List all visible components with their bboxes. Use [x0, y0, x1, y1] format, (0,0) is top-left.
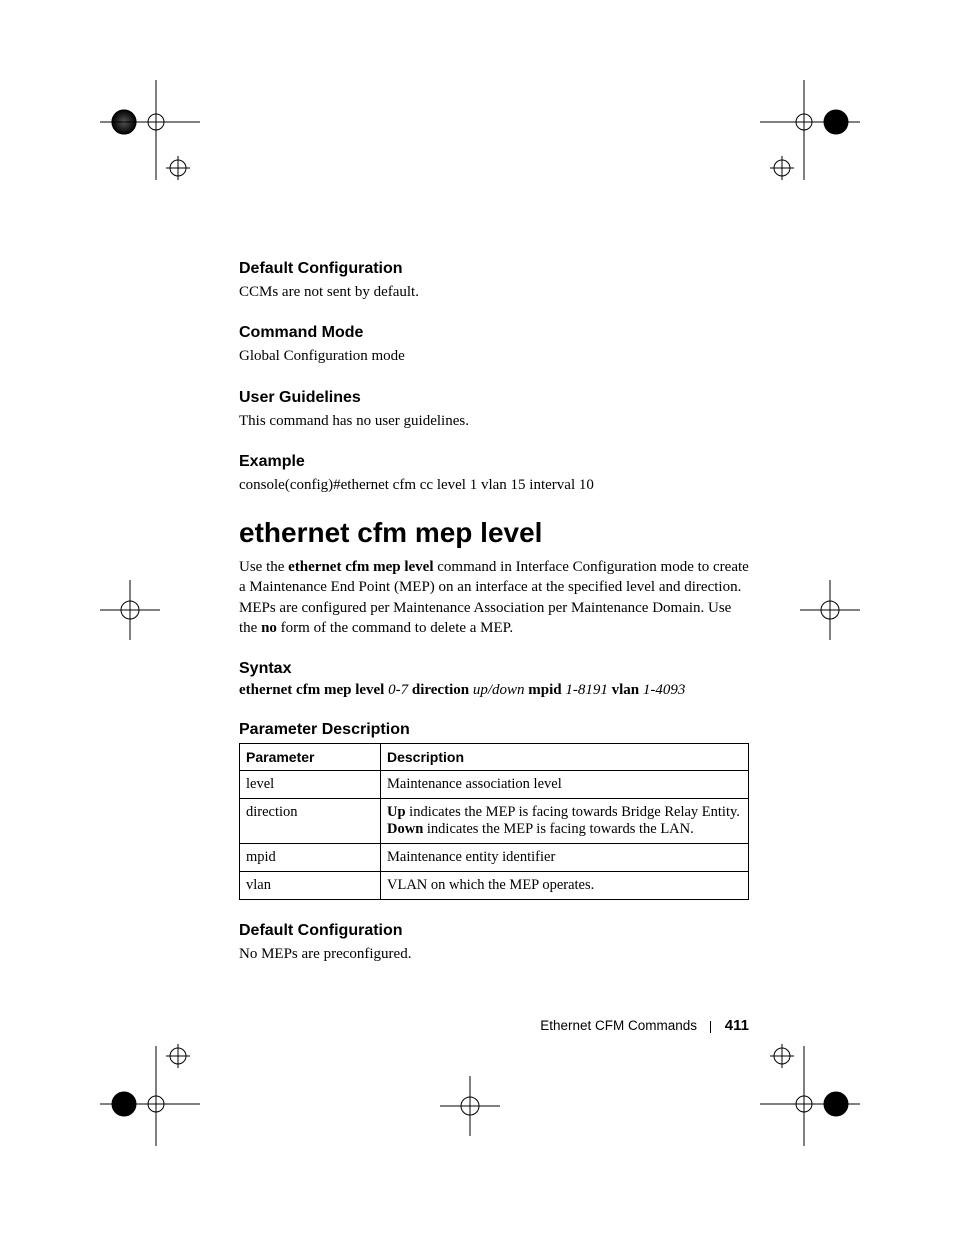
table-header-row: Parameter Description — [240, 744, 749, 771]
page-footer: Ethernet CFM Commands 411 — [239, 1017, 749, 1034]
heading-default-configuration: Default Configuration — [239, 260, 749, 278]
heading-parameter-description: Parameter Description — [239, 721, 749, 739]
heading-example: Example — [239, 453, 749, 471]
text-syntax: ethernet cfm mep level 0-7 direction up/… — [239, 682, 749, 699]
crop-mark-icon — [100, 1036, 200, 1156]
heading-command-mode: Command Mode — [239, 324, 749, 342]
text-default-configuration-2: No MEPs are preconfigured. — [239, 944, 749, 964]
cell-parameter: direction — [240, 799, 381, 844]
crop-mark-icon — [100, 580, 160, 640]
text-user-guidelines: This command has no user guidelines. — [239, 411, 749, 431]
cell-parameter: mpid — [240, 844, 381, 872]
table-row: mpid Maintenance entity identifier — [240, 844, 749, 872]
cell-parameter: vlan — [240, 872, 381, 900]
command-title: ethernet cfm mep level — [239, 517, 749, 549]
parameter-table: Parameter Description level Maintenance … — [239, 743, 749, 900]
heading-default-configuration-2: Default Configuration — [239, 922, 749, 940]
cell-parameter: level — [240, 771, 381, 799]
col-description: Description — [381, 744, 749, 771]
footer-page-number: 411 — [725, 1017, 749, 1034]
heading-syntax: Syntax — [239, 660, 749, 678]
crop-mark-icon — [760, 80, 860, 180]
cell-description: VLAN on which the MEP operates. — [381, 872, 749, 900]
col-parameter: Parameter — [240, 744, 381, 771]
crop-mark-icon — [760, 1036, 860, 1156]
crop-mark-icon — [100, 80, 200, 180]
footer-chapter: Ethernet CFM Commands — [540, 1018, 697, 1033]
crop-mark-icon — [440, 1076, 500, 1136]
text-example: console(config)#ethernet cfm cc level 1 … — [239, 475, 749, 495]
table-row: level Maintenance association level — [240, 771, 749, 799]
footer-separator — [710, 1021, 711, 1033]
cell-description: Maintenance association level — [381, 771, 749, 799]
cell-description: Up indicates the MEP is facing towards B… — [381, 799, 749, 844]
table-row: direction Up indicates the MEP is facing… — [240, 799, 749, 844]
text-command-intro: Use the ethernet cfm mep level command i… — [239, 557, 749, 638]
table-row: vlan VLAN on which the MEP operates. — [240, 872, 749, 900]
cell-description: Maintenance entity identifier — [381, 844, 749, 872]
page-content: Default Configuration CCMs are not sent … — [239, 260, 749, 986]
text-command-mode: Global Configuration mode — [239, 346, 749, 366]
text-default-configuration: CCMs are not sent by default. — [239, 282, 749, 302]
crop-mark-icon — [800, 580, 860, 640]
heading-user-guidelines: User Guidelines — [239, 389, 749, 407]
